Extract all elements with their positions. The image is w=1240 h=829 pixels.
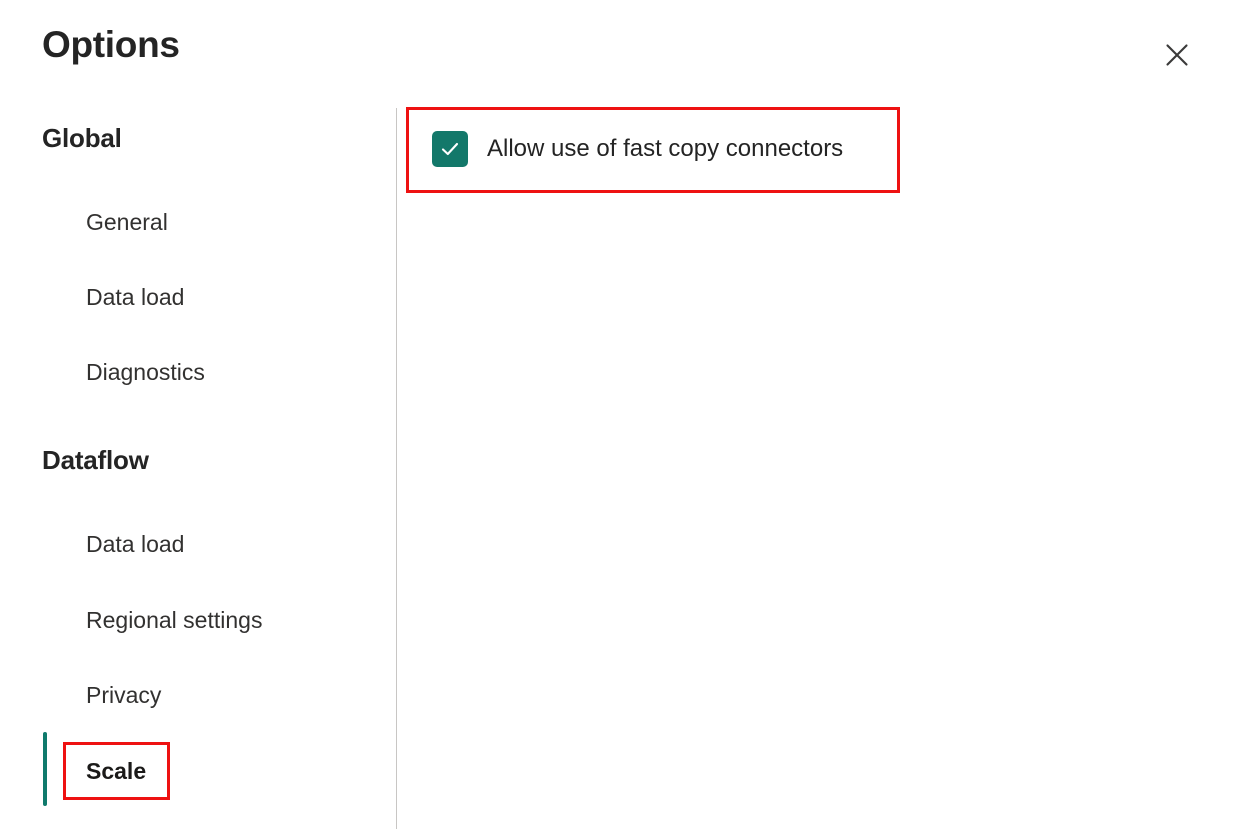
sidebar-item-dataflow-data-load[interactable]: Data load <box>86 529 184 559</box>
sidebar-group-heading-global: Global <box>42 122 122 154</box>
sidebar: Global General Data load Diagnostics Dat… <box>0 100 396 829</box>
content-pane: Allow use of fast copy connectors <box>397 100 1240 829</box>
fast-copy-connectors-label: Allow use of fast copy connectors <box>487 133 843 165</box>
page-title: Options <box>42 22 180 68</box>
sidebar-group-heading-dataflow: Dataflow <box>42 444 149 476</box>
fast-copy-connectors-checkbox[interactable]: Allow use of fast copy connectors <box>432 131 843 167</box>
close-button[interactable] <box>1153 31 1201 79</box>
sidebar-item-global-data-load[interactable]: Data load <box>86 282 184 312</box>
sidebar-item-regional-settings[interactable]: Regional settings <box>86 605 262 635</box>
sidebar-selection-indicator <box>43 732 47 806</box>
sidebar-item-general[interactable]: General <box>86 207 168 237</box>
sidebar-item-scale[interactable]: Scale <box>86 756 146 786</box>
sidebar-item-diagnostics[interactable]: Diagnostics <box>86 357 205 387</box>
checkbox-indicator[interactable] <box>432 131 468 167</box>
close-icon <box>1164 42 1190 68</box>
options-dialog: Options Global General Data load Diagnos… <box>0 0 1240 829</box>
sidebar-item-privacy[interactable]: Privacy <box>86 680 161 710</box>
dialog-header: Options <box>0 0 1240 100</box>
checkmark-icon <box>439 138 461 160</box>
